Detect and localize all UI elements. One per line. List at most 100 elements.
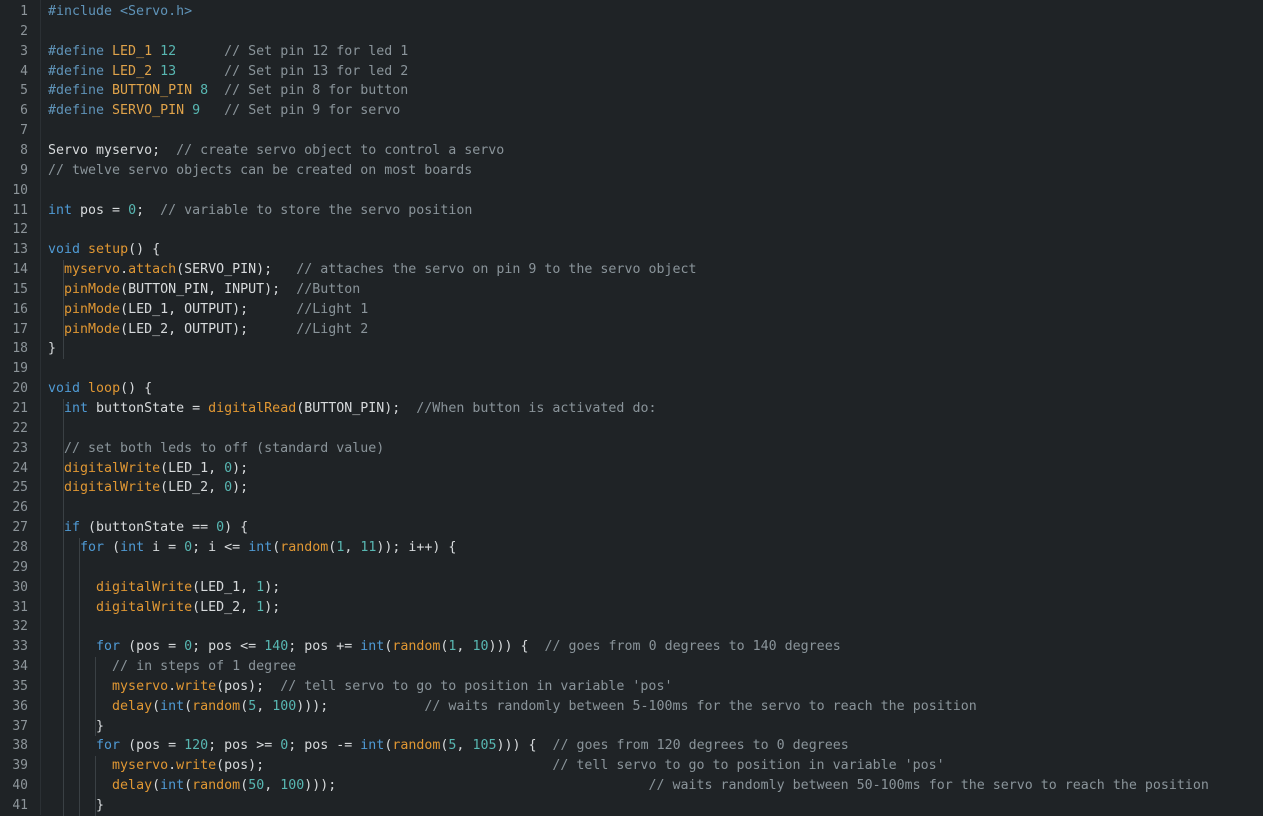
code-line[interactable]: for (pos = 0; pos <= 140; pos += int(ran… (48, 637, 841, 657)
code-token: LED_2 (112, 63, 153, 79)
code-editor[interactable]: 1 2 3 4 5 6 7 8 9 10 11 12 13 14 15 16 17 18 19 20 21 22 23 24 2… (0, 0, 1263, 816)
code-line[interactable]: void loop() { (48, 379, 152, 399)
line-number: 5 (20, 83, 28, 99)
code-token: pos = (72, 202, 129, 218)
code-token: 11 (360, 539, 377, 555)
code-token: int (160, 698, 185, 714)
code-token: myservo (112, 758, 169, 774)
line-number: 35 (12, 678, 28, 694)
code-token: 105 (472, 738, 497, 754)
code-token: random (192, 698, 241, 714)
code-token: } (48, 341, 57, 357)
code-line[interactable]: // twelve servo objects can be created o… (48, 161, 472, 181)
code-line[interactable]: void setup() { (48, 240, 160, 260)
code-line[interactable]: myservo.attach(SERVO_PIN); // attaches t… (48, 260, 696, 280)
code-line[interactable]: } (48, 796, 104, 816)
code-line[interactable]: myservo.write(pos); // tell servo to go … (48, 756, 945, 776)
code-token: loop (88, 381, 121, 397)
code-token: void (48, 242, 81, 258)
code-token: attach (128, 262, 177, 278)
code-token: int (48, 202, 73, 218)
code-line[interactable]: delay(int(random(50, 100))); // waits ra… (48, 776, 1209, 796)
code-line[interactable]: #include <Servo.h> (48, 2, 192, 22)
code-line[interactable]: #define LED_2 13 // Set pin 13 for led 2 (48, 62, 408, 82)
line-number: 27 (12, 520, 28, 536)
code-token: () { (128, 242, 161, 258)
code-token: // tell servo to go to position in varia… (280, 678, 673, 694)
code-line[interactable]: int pos = 0; // variable to store the se… (48, 201, 472, 221)
code-token: delay (112, 778, 153, 794)
code-token: // Set pin 9 for servo (224, 103, 401, 119)
code-token: //Light 1 (296, 301, 369, 317)
line-number: 41 (12, 798, 28, 813)
line-number: 15 (12, 281, 28, 297)
code-token: 8 (200, 83, 209, 99)
code-token: BUTTON_PIN (112, 83, 193, 99)
line-number: 2 (20, 23, 28, 39)
line-number-gutter: 1 2 3 4 5 6 7 8 9 10 11 12 13 14 15 16 17 18 19 20 21 22 23 24 2… (0, 0, 41, 815)
code-token: ; pos += (288, 639, 361, 655)
code-token: #define (48, 43, 113, 59)
code-line[interactable]: myservo.write(pos); // tell servo to go … (48, 677, 672, 697)
code-line[interactable]: digitalWrite(LED_2, 1); (48, 598, 280, 618)
code-line[interactable]: // set both leds to off (standard value) (48, 439, 384, 459)
code-line[interactable]: } (48, 717, 104, 737)
code-area[interactable]: #include <Servo.h> #define LED_1 12 // Se… (41, 0, 1263, 816)
code-token: . (168, 758, 177, 774)
code-token: #define (48, 103, 113, 119)
code-line[interactable]: pinMode(LED_1, OUTPUT); //Light 1 (48, 300, 368, 320)
code-token: ))); (296, 698, 425, 714)
code-line[interactable]: for (pos = 120; pos >= 0; pos -= int(ran… (48, 736, 849, 756)
line-number: 22 (12, 420, 28, 436)
code-token: int (360, 639, 385, 655)
code-token: i = (144, 539, 185, 555)
code-line[interactable]: #define BUTTON_PIN 8 // Set pin 8 for bu… (48, 81, 408, 101)
line-number: 1 (20, 4, 28, 19)
code-token: 0 (224, 460, 233, 476)
code-token: #define (48, 63, 113, 79)
code-line[interactable]: #define SERVO_PIN 9 // Set pin 9 for ser… (48, 101, 400, 121)
code-line[interactable]: // in steps of 1 degree (48, 657, 296, 677)
line-number: 33 (12, 639, 28, 655)
code-token: delay (112, 698, 153, 714)
code-token: )); i++) { (376, 539, 457, 555)
code-line[interactable]: pinMode(BUTTON_PIN, INPUT); //Button (48, 280, 360, 300)
line-number: 37 (12, 718, 28, 734)
code-token: , (264, 778, 281, 794)
line-number: 18 (12, 341, 28, 357)
line-number: 23 (12, 440, 28, 456)
code-token: ; pos -= (288, 738, 361, 754)
code-token: (SERVO_PIN); (176, 262, 297, 278)
code-token: write (176, 678, 217, 694)
code-line[interactable]: delay(int(random(5, 100))); // waits ran… (48, 697, 977, 717)
code-token: 100 (272, 698, 297, 714)
code-line[interactable]: if (buttonState == 0) { (48, 518, 248, 538)
code-line[interactable]: digitalWrite(LED_1, 0); (48, 459, 248, 479)
code-line[interactable]: digitalWrite(LED_2, 0); (48, 478, 248, 498)
line-number: 40 (12, 778, 28, 794)
code-token: int (360, 738, 385, 754)
code-token: 10 (472, 639, 489, 655)
code-line[interactable]: #define LED_1 12 // Set pin 12 for led 1 (48, 42, 408, 62)
code-line[interactable]: for (int i = 0; i <= int(random(1, 11));… (48, 538, 456, 558)
code-line[interactable]: Servo myservo; // create servo object to… (48, 141, 504, 161)
code-line[interactable]: digitalWrite(LED_1, 1); (48, 578, 280, 598)
code-token: // tell servo to go to position in varia… (552, 758, 945, 774)
code-token: (pos); (216, 678, 281, 694)
code-line[interactable]: pinMode(LED_2, OUTPUT); //Light 2 (48, 320, 368, 340)
code-line[interactable]: int buttonState = digitalRead(BUTTON_PIN… (48, 399, 656, 419)
code-token: 12 (160, 43, 177, 59)
code-line[interactable]: } (48, 339, 56, 359)
line-number: 16 (12, 301, 28, 317)
